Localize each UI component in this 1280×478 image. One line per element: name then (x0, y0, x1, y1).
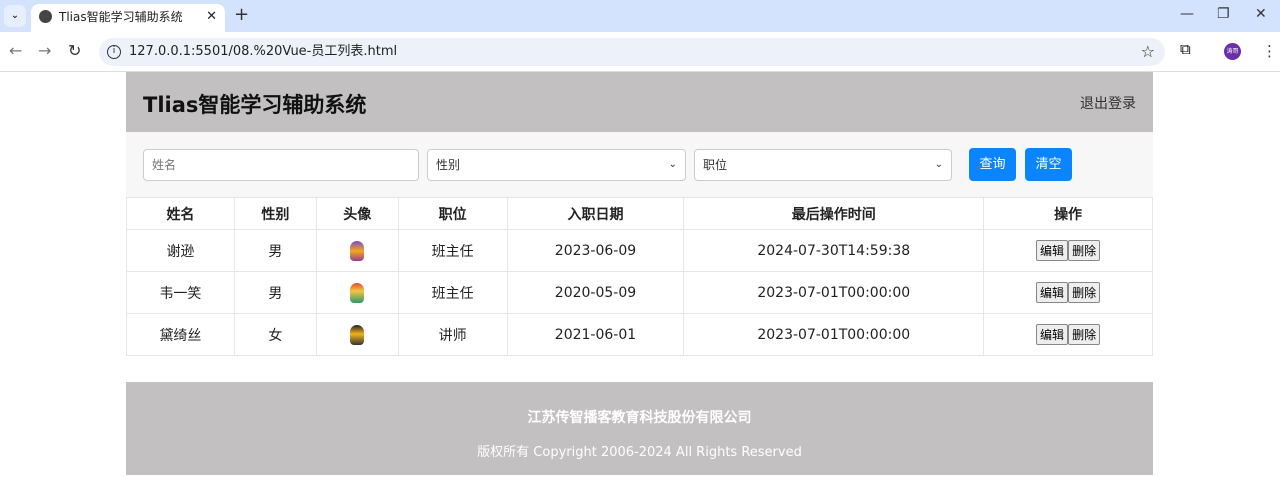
cell-job: 讲师 (397, 313, 508, 356)
reload-button[interactable]: ↻ (68, 41, 81, 60)
minimize-button[interactable]: — (1180, 6, 1194, 22)
profile-avatar[interactable]: 涛哥 (1224, 43, 1241, 60)
extensions-icon[interactable]: ⧉ (1180, 40, 1191, 58)
cell-actions: 编辑 删除 (983, 313, 1153, 356)
new-tab-button[interactable]: + (234, 4, 249, 25)
table-row: 谢逊 男 班主任 2023-06-09 2024-07-30T14:59:38 … (126, 229, 1153, 272)
copyright: 版权所有 Copyright 2006-2024 All Rights Rese… (477, 445, 802, 460)
back-button[interactable]: ← (9, 41, 22, 60)
col-actions: 操作 (983, 197, 1153, 230)
name-input[interactable] (143, 149, 419, 181)
restore-button[interactable]: ❐ (1217, 6, 1230, 22)
edit-button[interactable]: 编辑 (1036, 324, 1069, 345)
avatar-image (350, 240, 365, 261)
clear-button[interactable]: 清空 (1025, 148, 1072, 181)
cell-entry-date: 2020-05-09 (506, 271, 685, 314)
cell-gender: 女 (233, 313, 317, 356)
forward-button[interactable]: → (38, 41, 51, 60)
address-bar[interactable]: i 127.0.0.1:5501/08.%20Vue-员工列表.html ☆ (99, 38, 1165, 66)
employee-table: 姓名 性别 头像 职位 入职日期 最后操作时间 操作 谢逊 男 班主任 2023… (126, 197, 1153, 356)
col-job: 职位 (397, 197, 508, 230)
cell-name: 谢逊 (126, 229, 235, 272)
cell-gender: 男 (233, 229, 317, 272)
more-menu-icon[interactable]: ⋮ (1262, 42, 1277, 60)
cell-updated: 2023-07-01T00:00:00 (683, 313, 985, 356)
edit-button[interactable]: 编辑 (1036, 282, 1069, 303)
cell-entry-date: 2023-06-09 (506, 229, 685, 272)
cell-job: 班主任 (397, 229, 508, 272)
avatar-image (350, 324, 365, 345)
cell-gender: 男 (233, 271, 317, 314)
chevron-down-icon: ⌄ (668, 159, 677, 170)
cell-actions: 编辑 删除 (983, 271, 1153, 314)
gender-select-value: 性别 (436, 158, 461, 172)
browser-toolbar: ← → ↻ i 127.0.0.1:5501/08.%20Vue-员工列表.ht… (0, 32, 1280, 72)
tab-title: Tlias智能学习辅助系统 (59, 10, 183, 24)
page-title: Tlias智能学习辅助系统 (143, 93, 367, 117)
edit-button[interactable]: 编辑 (1036, 240, 1069, 261)
col-name: 姓名 (126, 197, 235, 230)
query-button[interactable]: 查询 (969, 148, 1016, 181)
cell-avatar (315, 271, 399, 314)
cell-entry-date: 2021-06-01 (506, 313, 685, 356)
close-window-button[interactable]: ✕ (1255, 6, 1267, 22)
col-entry-date: 入职日期 (506, 197, 685, 230)
cell-name: 黛绮丝 (126, 313, 235, 356)
delete-button[interactable]: 删除 (1068, 240, 1101, 261)
job-select-value: 职位 (703, 158, 728, 172)
close-tab-icon[interactable]: ✕ (206, 4, 217, 30)
tab-bar: ⌄ Tlias智能学习辅助系统 ✕ + — ❐ ✕ (0, 0, 1280, 32)
job-select[interactable]: 职位 ⌄ (694, 149, 952, 181)
delete-button[interactable]: 删除 (1068, 324, 1101, 345)
col-avatar: 头像 (315, 197, 399, 230)
cell-name: 韦一笑 (126, 271, 235, 314)
table-row: 黛绮丝 女 讲师 2021-06-01 2023-07-01T00:00:00 … (126, 313, 1153, 356)
browser-tab[interactable]: Tlias智能学习辅助系统 ✕ (31, 4, 225, 32)
filter-bar: 性别 ⌄ 职位 ⌄ 查询 清空 (126, 132, 1153, 197)
page-content: Tlias智能学习辅助系统 退出登录 性别 ⌄ 职位 ⌄ 查询 清空 姓名 性别 头… (126, 72, 1153, 356)
logout-link[interactable]: 退出登录 (1080, 93, 1136, 113)
cell-job: 班主任 (397, 271, 508, 314)
table-row: 韦一笑 男 班主任 2020-05-09 2023-07-01T00:00:00… (126, 271, 1153, 314)
gender-select[interactable]: 性别 ⌄ (427, 149, 686, 181)
cell-updated: 2024-07-30T14:59:38 (683, 229, 985, 272)
app-header: Tlias智能学习辅助系统 退出登录 (126, 72, 1153, 132)
tab-list-dropdown[interactable]: ⌄ (4, 5, 26, 27)
col-updated: 最后操作时间 (683, 197, 985, 230)
url-text: 127.0.0.1:5501/08.%20Vue-员工列表.html (129, 44, 398, 59)
globe-icon (39, 10, 52, 23)
bookmark-star-icon[interactable]: ☆ (1141, 38, 1155, 66)
cell-actions: 编辑 删除 (983, 229, 1153, 272)
company-name: 江苏传智播客教育科技股份有限公司 (527, 410, 752, 426)
cell-avatar (315, 229, 399, 272)
delete-button[interactable]: 删除 (1068, 282, 1101, 303)
footer: 江苏传智播客教育科技股份有限公司 版权所有 Copyright 2006-202… (126, 382, 1153, 475)
table-header-row: 姓名 性别 头像 职位 入职日期 最后操作时间 操作 (126, 197, 1153, 230)
cell-avatar (315, 313, 399, 356)
avatar-image (350, 282, 365, 303)
chevron-down-icon: ⌄ (934, 159, 943, 170)
cell-updated: 2023-07-01T00:00:00 (683, 271, 985, 314)
col-gender: 性别 (233, 197, 317, 230)
site-info-icon[interactable]: i (107, 45, 121, 59)
